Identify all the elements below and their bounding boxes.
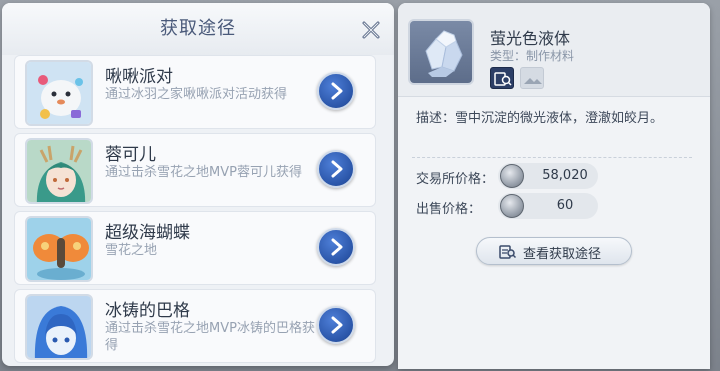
magnifier-card-icon [494, 72, 512, 86]
item-type: 类型：制作材料 [490, 49, 575, 63]
exchange-price-row: 交易所价格： 58,020 [416, 162, 606, 192]
landscape-icon [524, 78, 542, 84]
super-sea-butterfly-thumbnail [25, 216, 93, 282]
source-panel-title: 获取途径 [160, 18, 236, 39]
zeny-coin-icon [500, 164, 524, 188]
source-lookup-icon [499, 245, 517, 259]
exchange-price-label: 交易所价格： [416, 172, 495, 187]
jiujiu-party-thumbnail [25, 60, 93, 126]
go-button[interactable] [317, 306, 355, 344]
zeny-coin-icon [500, 194, 524, 218]
chevron-right-icon [331, 316, 343, 334]
item-share-icon[interactable] [520, 67, 544, 89]
source-desc: 雪花之地 [105, 243, 158, 258]
source-item-ice-baphomet[interactable]: 冰铸的巴格 通过击杀雪花之地MVP冰铸的巴格获得 [14, 289, 376, 363]
source-desc: 通过冰羽之家啾啾派对活动获得 [105, 87, 288, 102]
divider [412, 157, 692, 158]
source-desc: 通过击杀雪花之地MVP冰铸的巴格获得 [105, 321, 315, 353]
close-button[interactable] [360, 19, 382, 41]
item-lookup-icon[interactable] [490, 67, 514, 89]
source-desc: 通过击杀雪花之地MVP蓉可儿获得 [105, 165, 302, 180]
close-icon [362, 21, 380, 39]
source-panel: 获取途径 啾啾派对 通过冰羽之家啾啾派对活动获得 蓉可儿 通过击杀雪花之地MVP… [2, 3, 394, 366]
source-name: 超级海蝴蝶 [105, 223, 190, 243]
go-button[interactable] [317, 72, 355, 110]
sell-price-label: 出售价格： [416, 202, 482, 217]
item-detail-panel: 萤光色液体 类型：制作材料 描述：雪中沉淀的微光液体，澄澈如皎月。 交易所价格：… [398, 3, 710, 369]
rongkeer-thumbnail [25, 138, 93, 204]
chevron-right-icon [331, 82, 343, 100]
view-source-button[interactable]: 查看获取途径 [476, 237, 632, 265]
source-name: 蓉可儿 [105, 145, 156, 165]
go-button[interactable] [317, 150, 355, 188]
ice-baphomet-thumbnail [25, 294, 93, 360]
item-description: 描述：雪中沉淀的微光液体，澄澈如皎月。 [416, 111, 664, 126]
item-icon-frame [408, 19, 474, 85]
chevron-right-icon [331, 238, 343, 256]
sell-price-value: 60 [556, 198, 574, 213]
chevron-right-icon [331, 160, 343, 178]
go-button[interactable] [317, 228, 355, 266]
source-name: 冰铸的巴格 [105, 301, 190, 321]
crystal-liquid-icon [425, 30, 463, 77]
source-item-rongkeer[interactable]: 蓉可儿 通过击杀雪花之地MVP蓉可儿获得 [14, 133, 376, 207]
source-item-jiujiu-party[interactable]: 啾啾派对 通过冰羽之家啾啾派对活动获得 [14, 55, 376, 129]
exchange-price-value: 58,020 [542, 168, 588, 183]
item-name: 萤光色液体 [490, 29, 571, 48]
sell-price-row: 出售价格： 60 [416, 192, 606, 222]
source-name: 啾啾派对 [105, 67, 173, 87]
source-list: 啾啾派对 通过冰羽之家啾啾派对活动获得 蓉可儿 通过击杀雪花之地MVP蓉可儿获得… [14, 55, 376, 366]
view-source-label: 查看获取途径 [523, 247, 602, 262]
source-item-super-sea-butterfly[interactable]: 超级海蝴蝶 雪花之地 [14, 211, 376, 285]
